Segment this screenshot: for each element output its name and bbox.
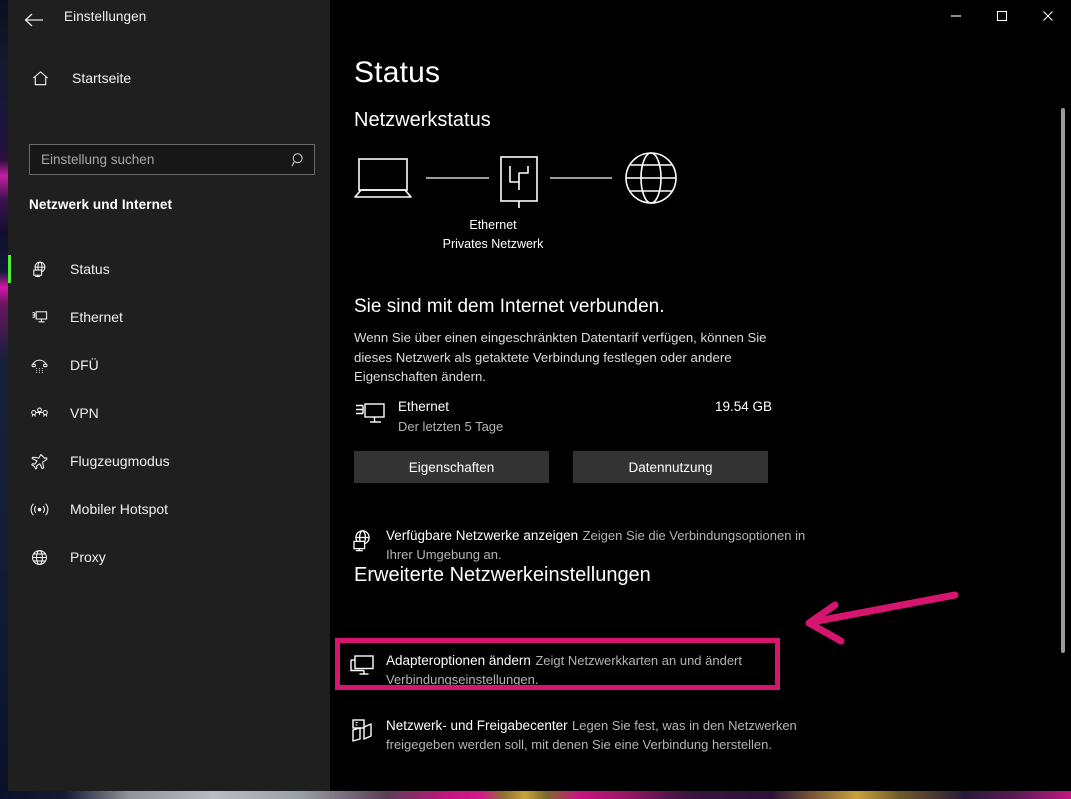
sidebar-item-status[interactable]: Status <box>8 245 330 293</box>
sidebar-item-label: Ethernet <box>70 309 123 325</box>
sidebar: Startseite Netzwerk und Internet <box>8 40 330 792</box>
back-arrow-icon <box>23 11 45 29</box>
connection-row: Ethernet Der letzten 5 Tage 19.54 GB <box>354 398 772 438</box>
sidebar-item-label: DFÜ <box>70 357 99 373</box>
airplane-icon <box>26 452 52 471</box>
diagram-caption-primary: Ethernet <box>469 218 517 232</box>
ethernet-port-icon <box>500 156 538 208</box>
sidebar-nav-list: Status Ethernet DFÜ VPN Flugzeugmodus Mo… <box>8 245 330 581</box>
vpn-icon <box>26 404 52 423</box>
sidebar-item-dfue[interactable]: DFÜ <box>8 341 330 389</box>
search-box[interactable] <box>29 144 315 175</box>
sidebar-item-home[interactable]: Startseite <box>8 58 330 98</box>
sidebar-item-vpn[interactable]: VPN <box>8 389 330 437</box>
network-globe-icon <box>342 526 382 564</box>
data-usage-button[interactable]: Datennutzung <box>573 451 768 483</box>
vertical-scroll-thumb[interactable] <box>1061 108 1065 653</box>
sidebar-item-proxy[interactable]: Proxy <box>8 533 330 581</box>
minimize-button[interactable] <box>933 0 979 32</box>
main-content: Status Netzwerkstatus Ethernet Privates … <box>330 40 1071 792</box>
sidebar-item-label: VPN <box>70 405 99 421</box>
page-title: Status <box>354 56 441 89</box>
home-icon <box>28 69 52 88</box>
screen-root: Einstellungen Startseite Einstellung suc… <box>0 0 1071 799</box>
laptop-icon <box>354 158 412 198</box>
app-title: Einstellungen <box>64 9 147 24</box>
connection-name: Ethernet <box>398 399 450 414</box>
sharing-center-icon <box>342 716 382 754</box>
window-controls <box>933 0 1071 32</box>
sidebar-item-ethernet[interactable]: Ethernet <box>8 293 330 341</box>
desktop-background-bottom <box>0 791 1071 799</box>
globe-icon <box>625 152 677 204</box>
change-adapter-options-link[interactable]: Adapteroptionen ändern Zeigt Netzwerkkar… <box>342 651 782 689</box>
network-sharing-center-link[interactable]: Netzwerk- und Freigabecenter Legen Sie f… <box>342 716 810 754</box>
sidebar-item-mobile-hotspot[interactable]: Mobiler Hotspot <box>8 485 330 533</box>
back-button[interactable] <box>14 2 54 38</box>
hotspot-icon <box>26 500 52 519</box>
search-icon[interactable] <box>284 152 314 168</box>
network-status-heading: Netzwerkstatus <box>354 109 491 131</box>
adapter-icon <box>342 651 382 689</box>
link-title: Verfügbare Netzwerke anzeigen <box>386 528 579 543</box>
ethernet-icon <box>26 308 52 327</box>
minimize-icon <box>950 10 962 22</box>
ethernet-monitor-icon <box>354 402 386 435</box>
diagram-caption-secondary: Privates Netzwerk <box>442 237 544 251</box>
connection-usage: 19.54 GB <box>714 399 772 414</box>
network-status-icon <box>26 260 52 279</box>
dialup-icon <box>26 356 52 375</box>
link-title: Netzwerk- und Freigabecenter <box>386 718 568 733</box>
sidebar-item-label: Proxy <box>70 549 106 565</box>
advanced-settings-heading: Erweiterte Netzwerkeinstellungen <box>354 564 651 586</box>
search-input[interactable] <box>30 152 284 167</box>
sidebar-item-label: Mobiler Hotspot <box>70 501 169 517</box>
settings-window: Einstellungen Startseite Einstellung suc… <box>8 0 1071 792</box>
sidebar-home-label: Startseite <box>72 70 132 86</box>
sidebar-item-label: Status <box>70 261 110 277</box>
sidebar-category-title: Netzwerk und Internet <box>29 197 173 212</box>
connection-headline: Sie sind mit dem Internet verbunden. <box>354 296 665 317</box>
globe-icon <box>26 548 52 567</box>
link-title: Adapteroptionen ändern <box>386 653 531 668</box>
desktop-background-left <box>0 0 8 799</box>
maximize-icon <box>996 10 1008 22</box>
show-available-networks-link[interactable]: Verfügbare Netzwerke anzeigen Zeigen Sie… <box>342 526 810 564</box>
vertical-scrollbar[interactable] <box>1055 40 1071 792</box>
close-icon <box>1042 10 1054 22</box>
connection-description: Wenn Sie über einen eingeschränkten Date… <box>354 330 767 384</box>
properties-button[interactable]: Eigenschaften <box>354 451 549 483</box>
network-diagram: Ethernet Privates Netzwerk <box>354 152 684 252</box>
title-bar: Einstellungen <box>8 0 1071 40</box>
sidebar-item-label: Flugzeugmodus <box>70 453 170 469</box>
sidebar-item-airplane-mode[interactable]: Flugzeugmodus <box>8 437 330 485</box>
connection-period: Der letzten 5 Tage <box>398 419 504 434</box>
maximize-button[interactable] <box>979 0 1025 32</box>
close-button[interactable] <box>1025 0 1071 32</box>
